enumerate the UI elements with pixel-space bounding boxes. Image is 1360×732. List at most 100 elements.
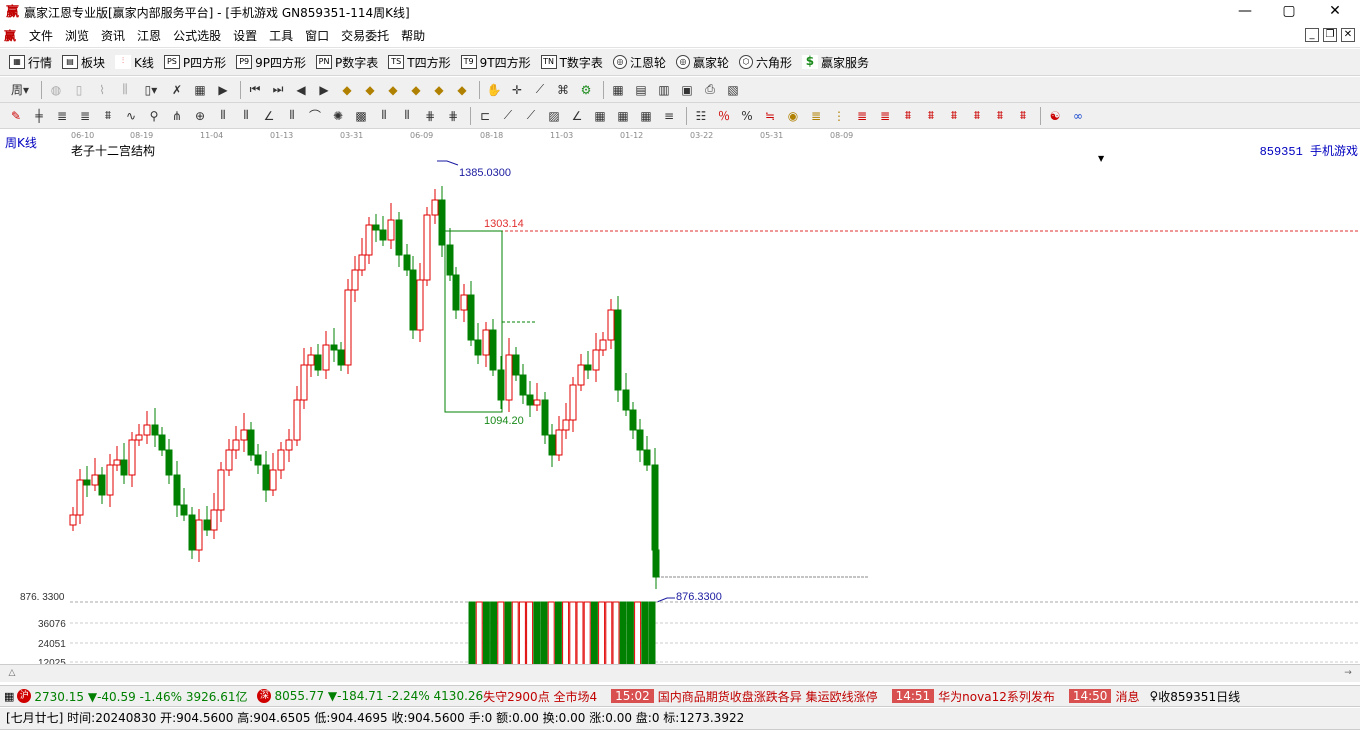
- spiral-icon[interactable]: ✺: [328, 106, 348, 126]
- percent-line-icon[interactable]: ≒: [760, 106, 780, 126]
- tool-9t-square[interactable]: T9 9T四方形: [456, 51, 536, 73]
- calendar-icon[interactable]: ▦: [608, 80, 628, 100]
- tool-kline[interactable]: ⫶ K线: [110, 51, 159, 73]
- news-item[interactable]: 消息: [1115, 688, 1139, 705]
- mdi-restore-button[interactable]: ❐: [1323, 28, 1337, 42]
- bars-icon[interactable]: ⦀: [236, 106, 256, 126]
- trend-icon[interactable]: ⌇: [92, 80, 112, 100]
- alert-icon[interactable]: ♀: [1149, 689, 1158, 703]
- close-button[interactable]: ✕: [1312, 0, 1358, 24]
- tool-gann-wheel[interactable]: ◎ 江恩轮: [608, 51, 671, 73]
- tool-9p-square[interactable]: P9 9P四方形: [231, 51, 311, 73]
- hand-icon[interactable]: ✋: [484, 80, 504, 100]
- menu-settings[interactable]: 设置: [227, 27, 263, 44]
- fan-icon[interactable]: ⩩: [98, 106, 118, 126]
- export-icon[interactable]: ▧: [723, 80, 743, 100]
- tool-quotes[interactable]: ▦ 行情: [4, 51, 57, 73]
- tool-blocks[interactable]: ▤ 板块: [57, 51, 110, 73]
- cycle-icon[interactable]: ⦀: [397, 106, 417, 126]
- indicator-icon[interactable]: ◍: [46, 80, 66, 100]
- tool-winner-wheel[interactable]: ◎ 赢家轮: [671, 51, 734, 73]
- levels-icon[interactable]: ≣: [806, 106, 826, 126]
- diamond-icon[interactable]: ◆: [337, 80, 357, 100]
- fib-icon[interactable]: ≣: [52, 106, 72, 126]
- erase-icon[interactable]: ✗: [167, 80, 187, 100]
- table-icon[interactable]: ▦: [590, 106, 610, 126]
- diamond-icon[interactable]: ◆: [406, 80, 426, 100]
- bars-icon[interactable]: ⦀: [213, 106, 233, 126]
- minimize-button[interactable]: —: [1222, 0, 1268, 24]
- hline-icon[interactable]: ╪: [29, 106, 49, 126]
- rect-icon[interactable]: ⊏: [475, 106, 495, 126]
- tool-t-number-table[interactable]: TN T数字表: [536, 51, 608, 73]
- news-item[interactable]: 失守2900点 全市场4: [483, 688, 597, 705]
- diamond-icon[interactable]: ◆: [360, 80, 380, 100]
- tool-p-square[interactable]: PS P四方形: [159, 51, 231, 73]
- lines-icon[interactable]: ≡: [659, 106, 679, 126]
- grid-icon[interactable]: ⋕: [443, 106, 463, 126]
- diamond-icon[interactable]: ◆: [452, 80, 472, 100]
- fan-icon[interactable]: ⩩: [990, 106, 1010, 126]
- fan-icon[interactable]: ⩩: [967, 106, 987, 126]
- table-icon[interactable]: ▦: [613, 106, 633, 126]
- arc-icon[interactable]: ⌒: [305, 106, 325, 126]
- coin-icon[interactable]: ◉: [783, 106, 803, 126]
- channel-icon[interactable]: ▨: [544, 106, 564, 126]
- fib-icon[interactable]: ≣: [75, 106, 95, 126]
- mdi-close-button[interactable]: ✕: [1341, 28, 1355, 42]
- calculator-icon[interactable]: ▤: [631, 80, 651, 100]
- angle-icon[interactable]: ∠: [259, 106, 279, 126]
- ray-icon[interactable]: ⟋: [498, 106, 518, 126]
- line-icon[interactable]: ⟋: [530, 80, 550, 100]
- print-icon[interactable]: ⎙: [700, 80, 720, 100]
- levels-icon[interactable]: ≣: [852, 106, 872, 126]
- news-item[interactable]: 国内商品期货收盘涨跌各异 集运欧线涨停: [658, 688, 878, 705]
- first-icon[interactable]: ⏮: [245, 80, 265, 100]
- cycle-icon[interactable]: ⦀: [374, 106, 394, 126]
- menu-file[interactable]: 文件: [23, 27, 59, 44]
- list-icon[interactable]: ☷: [691, 106, 711, 126]
- right-icon[interactable]: ▶: [314, 80, 334, 100]
- angle-icon[interactable]: ∠: [567, 106, 587, 126]
- kline-chart[interactable]: 06-10 08-19 11-04 01-13 03-31 06-09 08-1…: [0, 130, 1360, 682]
- gann-fan-icon[interactable]: ⋔: [167, 106, 187, 126]
- mdi-minimize-button[interactable]: _: [1305, 28, 1319, 42]
- menu-tools[interactable]: 工具: [263, 27, 299, 44]
- left-icon[interactable]: ◀: [291, 80, 311, 100]
- tool-p-number-table[interactable]: PN P数字表: [311, 51, 383, 73]
- network-icon[interactable]: ⚙: [576, 80, 596, 100]
- scroll-right-icon[interactable]: →: [1336, 665, 1360, 683]
- wave-icon[interactable]: ∿: [121, 106, 141, 126]
- circle-grid-icon[interactable]: ⊕: [190, 106, 210, 126]
- candle-dropdown[interactable]: ▯▾: [138, 80, 164, 100]
- last-icon[interactable]: ⏭: [268, 80, 288, 100]
- save-icon[interactable]: ▣: [677, 80, 697, 100]
- color-icon[interactable]: ▶: [213, 80, 233, 100]
- ticker-menu-icon[interactable]: ▦: [4, 690, 14, 703]
- maximize-button[interactable]: ▢: [1266, 0, 1312, 24]
- graph-icon[interactable]: ⌘: [553, 80, 573, 100]
- percent-icon[interactable]: %: [737, 106, 757, 126]
- menu-formula[interactable]: 公式选股: [167, 27, 227, 44]
- fan-icon[interactable]: ⩩: [944, 106, 964, 126]
- period-dropdown[interactable]: 周▾: [6, 80, 34, 100]
- diamond-icon[interactable]: ◆: [383, 80, 403, 100]
- pin-icon[interactable]: ⚲: [144, 106, 164, 126]
- tool-t-square[interactable]: TS T四方形: [383, 51, 455, 73]
- grid-icon[interactable]: ▦: [190, 80, 210, 100]
- sh-index-text[interactable]: 2730.15 ▼-40.59 -1.46% 3926.61亿: [34, 688, 247, 705]
- doc-icon[interactable]: ▯: [69, 80, 89, 100]
- news-item[interactable]: 华为nova12系列发布: [938, 688, 1055, 705]
- menu-browse[interactable]: 浏览: [59, 27, 95, 44]
- menu-info[interactable]: 资讯: [95, 27, 131, 44]
- diamond-icon[interactable]: ◆: [429, 80, 449, 100]
- menu-gann[interactable]: 江恩: [131, 27, 167, 44]
- ray-icon[interactable]: ⟋: [521, 106, 541, 126]
- tool-winner-service[interactable]: $ 赢家服务: [797, 51, 874, 73]
- menu-window[interactable]: 窗口: [299, 27, 335, 44]
- fan-icon[interactable]: ⩩: [921, 106, 941, 126]
- bars-icon[interactable]: ⫼: [115, 80, 135, 100]
- report-icon[interactable]: ▥: [654, 80, 674, 100]
- fan-icon[interactable]: ⩩: [1013, 106, 1033, 126]
- fan-icon[interactable]: ⩩: [898, 106, 918, 126]
